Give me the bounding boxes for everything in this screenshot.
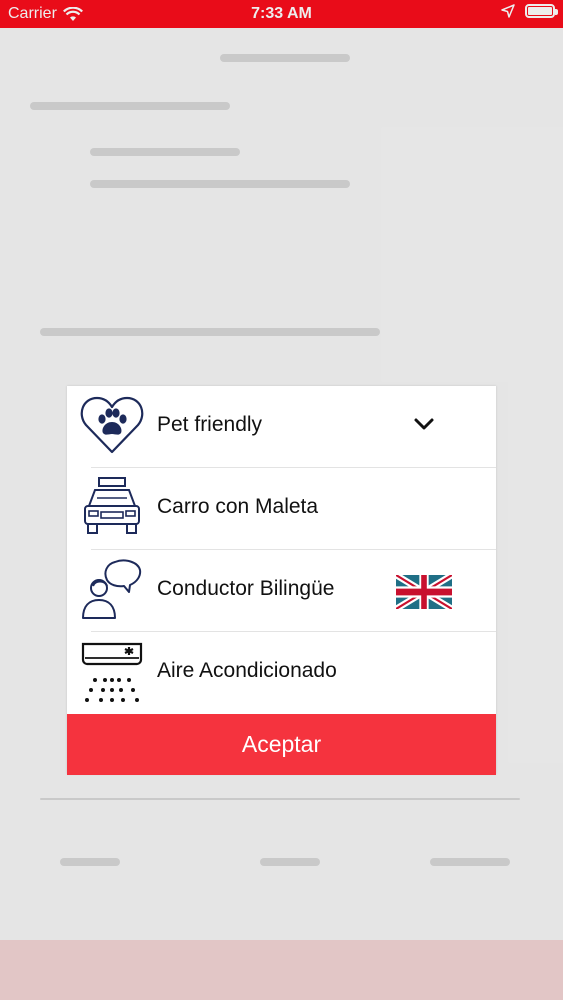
accept-button[interactable]: Aceptar — [67, 714, 496, 775]
bilingual-driver-icon — [82, 559, 142, 619]
chevron-down-icon[interactable] — [413, 413, 435, 435]
option-aire-acondicionado[interactable]: Aire Acondicionado — [67, 632, 496, 714]
option-label: Conductor Bilingüe — [157, 577, 335, 600]
uk-flag-icon — [396, 575, 452, 609]
option-label: Pet friendly — [157, 413, 263, 436]
option-pet-friendly[interactable]: Pet friendly — [67, 386, 496, 468]
air-conditioner-icon — [81, 642, 143, 702]
option-label: Carro con Maleta — [157, 495, 319, 518]
car-luggage-icon — [84, 477, 140, 534]
option-label: Aire Acondicionado — [157, 659, 337, 682]
option-carro-con-maleta[interactable]: Carro con Maleta — [67, 468, 496, 550]
paw-heart-icon — [80, 396, 144, 454]
